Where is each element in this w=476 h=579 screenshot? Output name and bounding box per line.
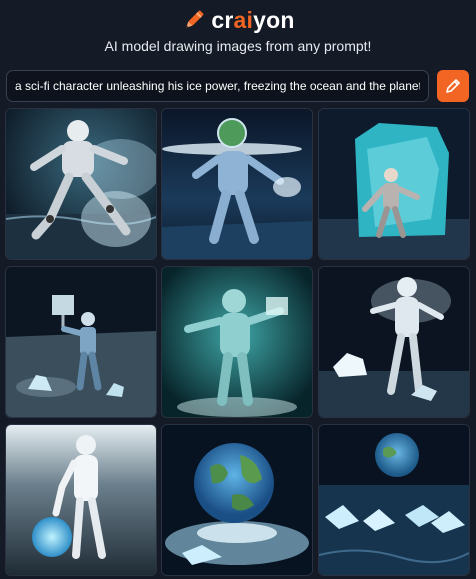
result-image-2[interactable] [162, 109, 312, 259]
crayon-icon [186, 10, 204, 28]
logo-text: craiyon [211, 6, 295, 33]
prompt-input[interactable] [6, 70, 429, 102]
result-image-7[interactable] [6, 425, 156, 575]
result-image-9[interactable] [319, 425, 469, 575]
draw-button[interactable] [437, 70, 469, 102]
result-image-5[interactable] [162, 267, 312, 417]
result-image-1[interactable] [6, 109, 156, 259]
tagline: AI model drawing images from any prompt! [104, 38, 372, 54]
result-image-3[interactable] [319, 109, 469, 259]
result-image-4[interactable] [6, 267, 156, 417]
craiyon-logo[interactable]: craiyon [0, 6, 476, 34]
header: craiyon AI model drawing images from any… [0, 0, 476, 62]
results-grid [6, 109, 469, 575]
prompt-bar [6, 70, 469, 102]
result-image-6[interactable] [319, 267, 469, 417]
result-image-8[interactable] [162, 425, 312, 575]
pencil-icon [446, 79, 460, 93]
